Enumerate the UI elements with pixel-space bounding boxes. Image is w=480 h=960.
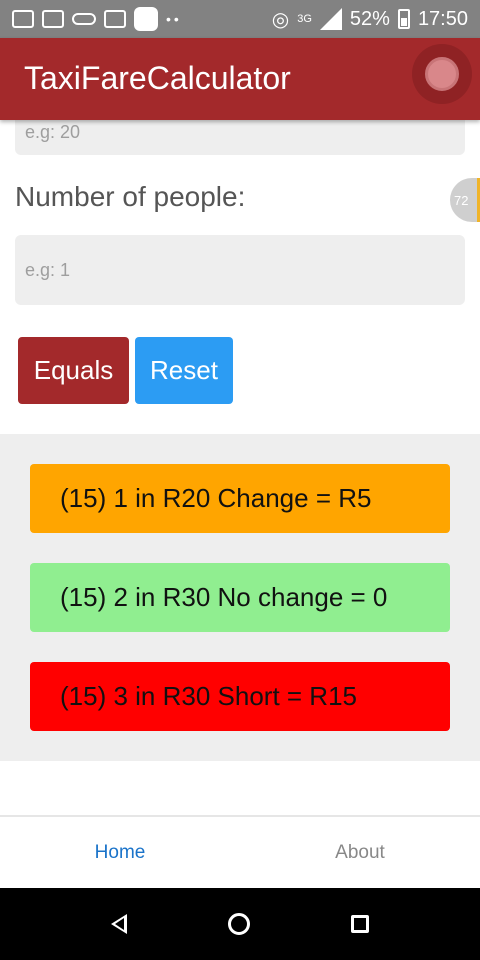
equals-button[interactable]: Equals <box>18 337 129 404</box>
battery-icon <box>397 9 410 29</box>
status-bar: •• ◎ 3G 52% 17:50 <box>0 0 480 38</box>
signal-icon <box>319 8 342 30</box>
recent-apps-icon[interactable] <box>351 915 370 933</box>
scroll-indicator-badge[interactable]: 72 <box>450 178 480 222</box>
key-icon <box>72 13 96 25</box>
result-card-no-change: (15) 2 in R30 No change = 0 <box>30 563 450 632</box>
network-type: 3G <box>297 13 312 25</box>
record-icon <box>425 57 459 91</box>
people-input[interactable] <box>15 235 465 305</box>
more-notifications-icon: •• <box>166 11 182 27</box>
tab-home[interactable]: Home <box>0 817 240 888</box>
battery-percent: 52% <box>349 7 390 30</box>
back-icon[interactable] <box>110 914 127 934</box>
image-icon <box>42 10 64 28</box>
results-panel: (15) 1 in R20 Change = R5 (15) 2 in R30 … <box>0 434 480 761</box>
home-icon[interactable] <box>227 913 250 935</box>
app-title: TaxiFareCalculator <box>24 60 291 96</box>
result-text: (15) 2 in R30 No change = 0 <box>60 582 388 612</box>
hotspot-icon: ◎ <box>271 8 290 31</box>
gmail-icon <box>12 10 34 28</box>
result-card-short: (15) 3 in R30 Short = R15 <box>30 662 450 731</box>
app-notification-icon <box>134 7 158 31</box>
people-label: Number of people: <box>15 181 246 212</box>
system-nav-bar <box>0 888 480 960</box>
app-bar: TaxiFareCalculator <box>0 38 480 120</box>
clock: 17:50 <box>417 7 468 30</box>
result-text: (15) 1 in R20 Change = R5 <box>60 483 372 513</box>
tab-about[interactable]: About <box>240 817 480 888</box>
result-card-change: (15) 1 in R20 Change = R5 <box>30 464 450 533</box>
reset-button[interactable]: Reset <box>135 337 233 404</box>
screen-record-button[interactable] <box>412 44 472 104</box>
result-text: (15) 3 in R30 Short = R15 <box>60 681 357 711</box>
screen: Number of people: 72 Equals Reset (15) 1… <box>0 0 480 960</box>
activity-icon <box>104 10 126 28</box>
bottom-tab-bar: Home About <box>0 815 480 888</box>
